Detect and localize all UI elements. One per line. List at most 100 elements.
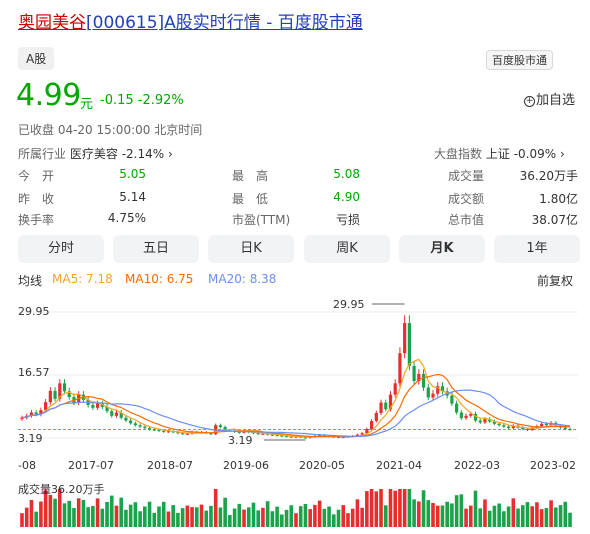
ma-label: 均线 — [18, 274, 43, 288]
volume-bar — [171, 505, 175, 527]
stat-label: 市盈(TTM) — [232, 213, 291, 227]
candle-body — [478, 420, 482, 423]
tab-3[interactable]: 周K — [304, 235, 390, 263]
volume-bar — [327, 506, 331, 527]
candle-body — [114, 412, 119, 416]
tab-2[interactable]: 日K — [208, 235, 294, 263]
adjust-toggle[interactable]: 前复权 — [537, 272, 573, 289]
candle-body — [157, 429, 161, 431]
volume-bar — [275, 506, 279, 527]
industry-link[interactable]: 所属行业 医疗美容 -2.14% › — [18, 145, 173, 162]
ma10-legend: MA10: 6.75 — [125, 272, 194, 286]
candle-body — [506, 426, 511, 429]
stat-label: 最 低 — [232, 192, 269, 206]
x-tick-label: 2020-05 — [299, 459, 345, 472]
volume-bar — [147, 501, 152, 527]
volume-bar — [544, 508, 549, 527]
market-index-link[interactable]: 大盘指数 上证 -0.09% › — [434, 145, 565, 162]
volume-bar — [24, 507, 29, 527]
volume-bar — [350, 508, 355, 527]
current-price: 4.99 — [16, 78, 81, 113]
stat-label: 最 高 — [232, 169, 269, 183]
candle-body — [455, 403, 459, 413]
volume-bar — [261, 507, 265, 527]
add-watchlist-button[interactable]: + 加自选 — [524, 89, 575, 108]
volume-bar — [568, 512, 572, 527]
volume-bar — [294, 513, 298, 527]
volume-bar — [516, 508, 520, 527]
volume-bar — [91, 506, 95, 527]
candle-body — [374, 412, 378, 422]
stat-label: 换手率 — [18, 213, 55, 227]
volume-bar — [464, 508, 468, 527]
candle-body — [525, 429, 530, 431]
volume-bar — [76, 498, 81, 527]
volume-bar — [20, 513, 24, 527]
volume-bar — [109, 495, 114, 527]
source-tag[interactable]: 百度股市通 — [486, 50, 553, 70]
volume-bar — [185, 505, 190, 527]
volume-bar — [407, 489, 412, 527]
candle-body — [421, 373, 426, 388]
volume-bar — [53, 498, 57, 527]
stat-value: 4.90 — [333, 190, 360, 204]
market-status: 已收盘 04-20 15:00:00 北京时间 — [18, 123, 203, 137]
volume-bar — [331, 514, 336, 527]
volume-bar — [114, 505, 119, 527]
tab-5[interactable]: 1年 — [494, 235, 580, 263]
kline-chart[interactable]: 29.95 16.57 3.19 29.95 3.19 -08 2017-07 2018-07… — [0, 288, 590, 534]
candle-body — [369, 421, 374, 430]
volume-bar — [284, 509, 289, 527]
candle-body — [143, 426, 147, 429]
change-pct: -2.92% — [137, 93, 184, 108]
volume-bar — [39, 501, 43, 527]
volume-bar — [511, 498, 516, 527]
candle-body — [379, 402, 383, 413]
candle-body — [162, 430, 166, 432]
volume-bar — [313, 504, 317, 527]
volume-bar — [133, 502, 138, 527]
volume-bar — [431, 502, 435, 527]
volume-bar — [549, 500, 553, 527]
candle-body — [568, 429, 572, 431]
x-tick-label: 2018-07 — [147, 459, 193, 472]
stat-label: 昨 收 — [18, 192, 55, 206]
volume-bar — [530, 506, 535, 527]
candle-body — [407, 323, 411, 366]
volume-bar — [251, 502, 256, 527]
candle-body — [147, 428, 152, 430]
volume-bar — [355, 499, 360, 527]
market-tag: A股 — [18, 47, 55, 70]
title-rest[interactable]: [000615]A股实时行情 - 百度股市通 — [86, 13, 363, 33]
tab-1[interactable]: 五日 — [113, 235, 199, 263]
volume-bar — [539, 509, 544, 527]
candle-body — [544, 423, 548, 426]
volume-bar — [72, 507, 76, 527]
industry-label: 所属行业 — [18, 147, 67, 161]
volume-bar — [383, 505, 388, 527]
candle-body — [53, 390, 57, 399]
tab-0[interactable]: 分时 — [18, 235, 104, 263]
volume-bar — [34, 511, 38, 527]
tab-4[interactable]: 月K — [399, 235, 485, 263]
volume-bar — [502, 511, 506, 527]
volume-bar — [369, 489, 374, 527]
volume-bar — [242, 509, 246, 527]
volume-bar — [341, 505, 346, 527]
stock-name[interactable]: 奥园美谷 — [18, 13, 86, 33]
ma5-legend: MA5: 7.18 — [52, 272, 113, 286]
industry-pct: -2.14% — [121, 147, 165, 161]
ma20-legend: MA20: 8.38 — [208, 272, 277, 286]
page-title-link[interactable]: 奥园美谷[000615]A股实时行情 - 百度股市通 — [18, 8, 363, 33]
volume-bar — [209, 505, 213, 527]
volume-bar — [289, 505, 294, 527]
volume-bar — [280, 514, 284, 527]
min-annotation: 3.19 — [228, 434, 253, 447]
volume-bar — [218, 507, 223, 527]
volume-bar — [237, 503, 242, 527]
candle-body — [398, 353, 402, 384]
volume-bar — [558, 505, 563, 527]
volume-bar — [204, 510, 209, 527]
volume-bar — [483, 499, 487, 527]
volume-bar — [228, 515, 232, 527]
